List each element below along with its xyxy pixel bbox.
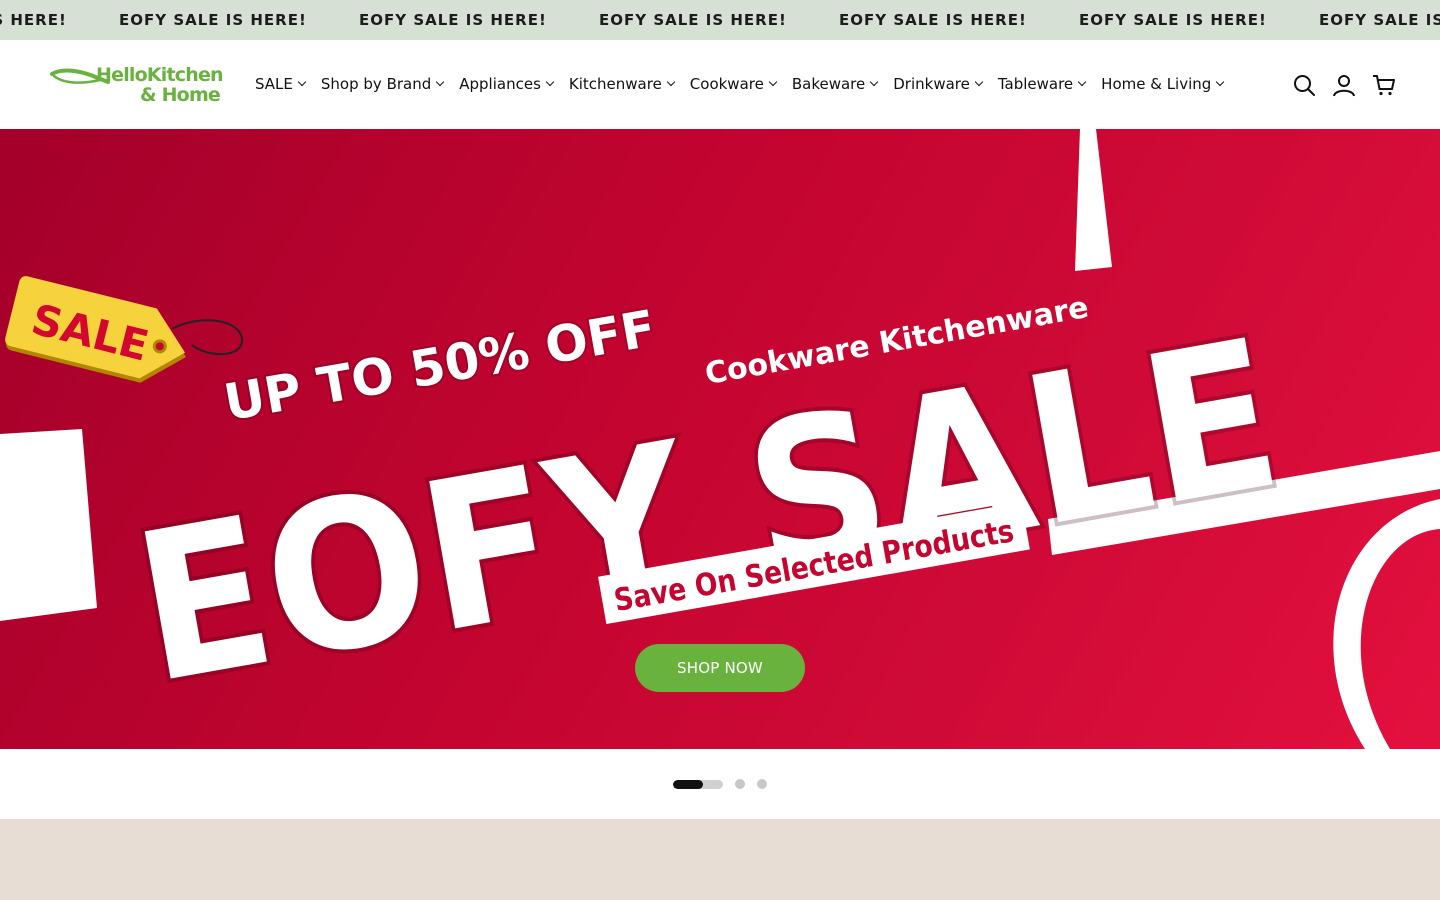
brand-name-line1: HelloKitchen bbox=[96, 64, 224, 86]
nav-item-label: Cookware bbox=[689, 75, 764, 93]
nav-item-home-living[interactable]: Home & Living bbox=[1101, 75, 1225, 93]
account-icon bbox=[1333, 75, 1355, 97]
chevron-down-icon bbox=[436, 77, 445, 87]
announcement-text: EOFY SALE IS HERE! bbox=[839, 11, 1027, 29]
site-header: HelloKitchen & Home SALE Shop by Brand A… bbox=[0, 40, 1440, 129]
nav-item-label: Shop by Brand bbox=[320, 75, 432, 93]
chevron-down-icon bbox=[974, 77, 984, 87]
cart-icon bbox=[1373, 75, 1395, 96]
announcement-text: EOFY SALE IS HERE! bbox=[0, 11, 67, 29]
slide-dot[interactable] bbox=[757, 779, 767, 789]
slide-dot-active[interactable] bbox=[673, 779, 723, 789]
slider-pagination bbox=[673, 779, 767, 789]
announcement-text: EOFY SALE IS HERE! bbox=[359, 11, 547, 29]
slide-progress-fill bbox=[673, 779, 703, 789]
nav-item-label: Kitchenware bbox=[568, 75, 662, 93]
slide-dot[interactable] bbox=[735, 779, 745, 789]
nav-item-label: Tableware bbox=[997, 75, 1074, 93]
announcement-text: EOFY SALE IS HERE! bbox=[1079, 11, 1267, 29]
chevron-down-icon bbox=[768, 77, 778, 87]
cart-button[interactable] bbox=[1372, 73, 1396, 97]
nav-item-kitchenware[interactable]: Kitchenware bbox=[568, 75, 676, 93]
hero-banner[interactable]: SALE UP TO 50% OFF Cookware Kitchenware … bbox=[0, 129, 1440, 749]
chevron-down-icon bbox=[545, 77, 555, 87]
chevron-down-icon bbox=[297, 77, 307, 87]
nav-item-label: Appliances bbox=[459, 75, 541, 93]
account-button[interactable] bbox=[1332, 73, 1356, 97]
next-section-band bbox=[0, 819, 1440, 900]
nav-item-label: Drinkware bbox=[893, 75, 970, 93]
sale-tag-icon: SALE bbox=[5, 276, 187, 383]
main-navigation: SALE Shop by Brand Appliances Kitchenwar… bbox=[255, 73, 1225, 95]
announcement-text: EOFY SALE IS HERE! bbox=[599, 11, 787, 29]
announcement-track: EOFY SALE IS HERE! EOFY SALE IS HERE! EO… bbox=[0, 0, 1440, 40]
nav-item-tableware[interactable]: Tableware bbox=[997, 75, 1087, 93]
decor-stroke bbox=[1075, 129, 1112, 271]
nav-item-cookware[interactable]: Cookware bbox=[689, 75, 778, 93]
header-actions bbox=[1292, 73, 1396, 97]
search-button[interactable] bbox=[1292, 73, 1316, 97]
nav-item-label: Bakeware bbox=[791, 75, 866, 93]
chevron-down-icon bbox=[666, 77, 676, 87]
nav-item-drinkware[interactable]: Drinkware bbox=[893, 75, 984, 93]
nav-item-label: SALE bbox=[255, 75, 293, 93]
chevron-down-icon bbox=[1077, 77, 1087, 87]
nav-item-sale[interactable]: SALE bbox=[255, 75, 307, 93]
decor-arc bbox=[1333, 499, 1440, 749]
chevron-down-icon bbox=[1216, 77, 1225, 87]
brand-name-line2: & Home bbox=[140, 84, 221, 106]
nav-item-bakeware[interactable]: Bakeware bbox=[791, 75, 879, 93]
announcement-text: EOFY SALE IS HERE! bbox=[1319, 11, 1440, 29]
nav-item-shop-by-brand[interactable]: Shop by Brand bbox=[320, 75, 445, 93]
shop-now-button[interactable]: SHOP NOW bbox=[635, 644, 805, 692]
announcement-text: EOFY SALE IS HERE! bbox=[119, 11, 307, 29]
nav-item-appliances[interactable]: Appliances bbox=[459, 75, 555, 93]
brand-logo[interactable]: HelloKitchen & Home bbox=[50, 62, 224, 108]
decor-stroke bbox=[0, 429, 97, 621]
search-icon bbox=[1294, 75, 1315, 96]
chevron-down-icon bbox=[869, 77, 879, 87]
nav-item-label: Home & Living bbox=[1101, 75, 1212, 93]
announcement-bar: EOFY SALE IS HERE! EOFY SALE IS HERE! EO… bbox=[0, 0, 1440, 40]
